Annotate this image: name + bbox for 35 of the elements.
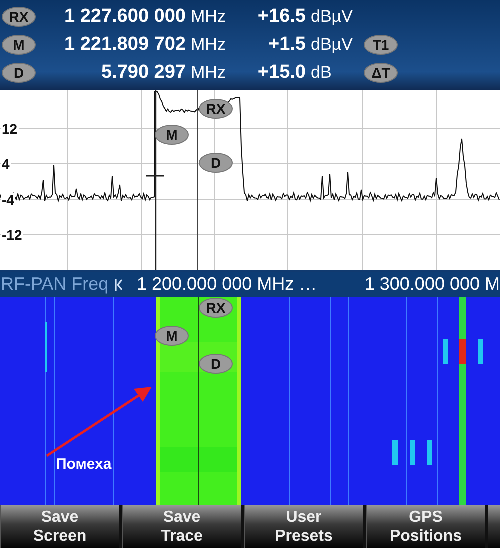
mode-label: RF-PAN Freq bbox=[0, 274, 110, 295]
softkey-button[interactable]: GPS Positions bbox=[366, 505, 485, 548]
softkey-button[interactable]: Save Trace bbox=[122, 505, 241, 548]
axis-label: -12 bbox=[1, 228, 24, 242]
axis-label: -4 bbox=[1, 193, 16, 207]
marker-tag: M bbox=[155, 125, 189, 145]
skip-start-icon[interactable] bbox=[115, 278, 123, 292]
marker-tag: D bbox=[2, 63, 36, 83]
level-value: +1.5 bbox=[268, 34, 306, 56]
marker-tag: M bbox=[2, 35, 36, 55]
marker-tag: ΔT bbox=[364, 63, 398, 83]
axis-label: 4 bbox=[1, 157, 11, 171]
unit-label: dBµV bbox=[310, 7, 353, 27]
threshold-mark bbox=[146, 175, 164, 177]
frequency-value: 1 227.600 000 bbox=[64, 6, 186, 28]
frequency-value: 5.790 297 bbox=[101, 62, 186, 84]
stop-frequency: 1 300.000 000 M bbox=[364, 274, 500, 295]
unit-label: dB bbox=[310, 63, 332, 83]
marker-tag: D bbox=[199, 153, 233, 173]
marker-tag: RX bbox=[199, 99, 233, 119]
unit-label: MHz bbox=[190, 7, 226, 27]
frequency-value: 1 221.809 702 bbox=[64, 34, 186, 56]
marker-tag: T1 bbox=[364, 35, 398, 55]
level-value: +15.0 bbox=[258, 62, 306, 84]
marker-tag: RX bbox=[2, 7, 36, 27]
annotation-label: Помеха bbox=[56, 456, 112, 473]
unit-label: dBµV bbox=[310, 35, 353, 55]
level-value: +16.5 bbox=[258, 6, 306, 28]
softkey-button[interactable]: Save Screen bbox=[0, 505, 119, 548]
start-frequency: 1 200.000 000 MHz … bbox=[137, 274, 318, 295]
unit-label: MHz bbox=[190, 35, 226, 55]
softkey-button[interactable]: User Presets bbox=[244, 505, 363, 548]
unit-label: MHz bbox=[190, 63, 226, 83]
softkey-button[interactable] bbox=[488, 505, 500, 548]
axis-label: 12 bbox=[1, 122, 19, 136]
